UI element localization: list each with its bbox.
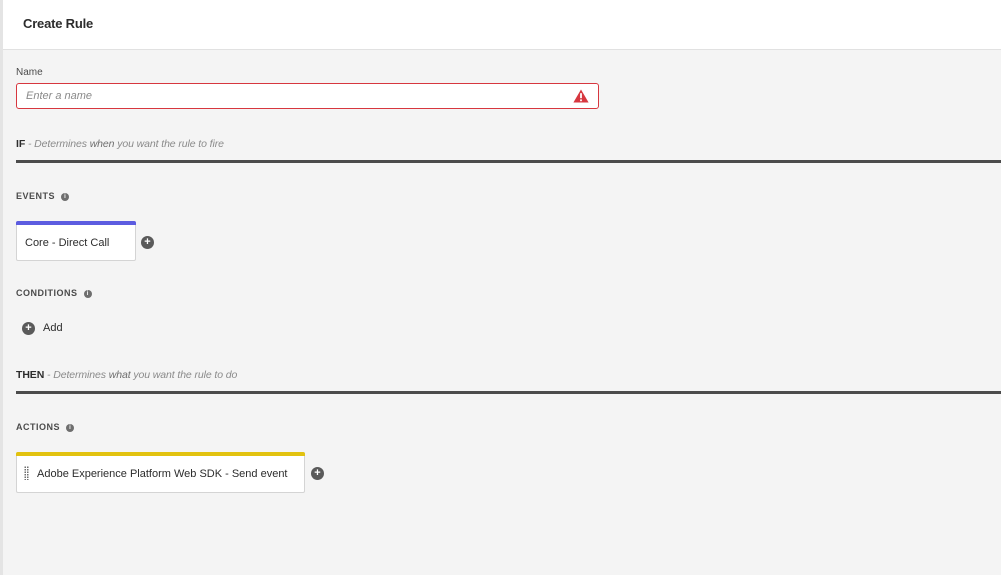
add-condition-label: Add (43, 322, 63, 334)
info-icon[interactable]: i (83, 290, 92, 298)
if-section-heading: IF - Determines when you want the rule t… (16, 138, 224, 150)
if-desc-emphasis: when (89, 138, 115, 150)
page-header: Create Rule (3, 0, 1001, 50)
events-heading: EVENTS i (16, 191, 70, 201)
then-divider (16, 391, 1001, 394)
events-label: EVENTS (16, 191, 56, 201)
then-desc-emphasis: what (108, 369, 131, 381)
action-card-label: Adobe Experience Platform Web SDK - Send… (37, 468, 288, 480)
name-label: Name (16, 67, 43, 78)
if-keyword: IF (16, 138, 26, 150)
actions-label: ACTIONS (16, 422, 60, 432)
action-card-send-event[interactable]: Adobe Experience Platform Web SDK - Send… (16, 452, 305, 493)
then-desc-suffix: you want the rule to do (130, 369, 238, 381)
add-action-button[interactable]: + (311, 467, 324, 480)
event-card-accent (16, 221, 136, 225)
conditions-heading: CONDITIONS i (16, 288, 92, 298)
rule-editor: Create Rule Name IF - Determines when yo… (0, 0, 1001, 575)
alert-icon (573, 89, 589, 103)
page-title: Create Rule (23, 16, 94, 31)
then-desc-prefix: - Determines (44, 369, 109, 381)
event-card-label: Core - Direct Call (25, 237, 110, 249)
if-desc-suffix: you want the rule to fire (114, 138, 224, 150)
add-condition-button[interactable]: + Add (22, 320, 63, 336)
actions-heading: ACTIONS i (16, 422, 74, 432)
info-icon[interactable]: i (66, 424, 74, 432)
then-keyword: THEN (16, 369, 45, 381)
then-section-heading: THEN - Determines what you want the rule… (16, 369, 237, 381)
conditions-label: CONDITIONS (16, 288, 78, 298)
plus-icon: + (22, 321, 35, 335)
add-event-button[interactable]: + (141, 236, 154, 249)
event-card-core-direct-call[interactable]: Core - Direct Call (16, 221, 136, 261)
drag-handle-icon[interactable] (24, 466, 29, 480)
if-divider (16, 160, 1001, 163)
info-icon[interactable]: i (61, 193, 70, 201)
if-desc-prefix: - Determines (25, 138, 90, 150)
action-card-accent (16, 452, 305, 456)
name-field[interactable] (16, 83, 599, 109)
name-input[interactable] (17, 84, 567, 108)
